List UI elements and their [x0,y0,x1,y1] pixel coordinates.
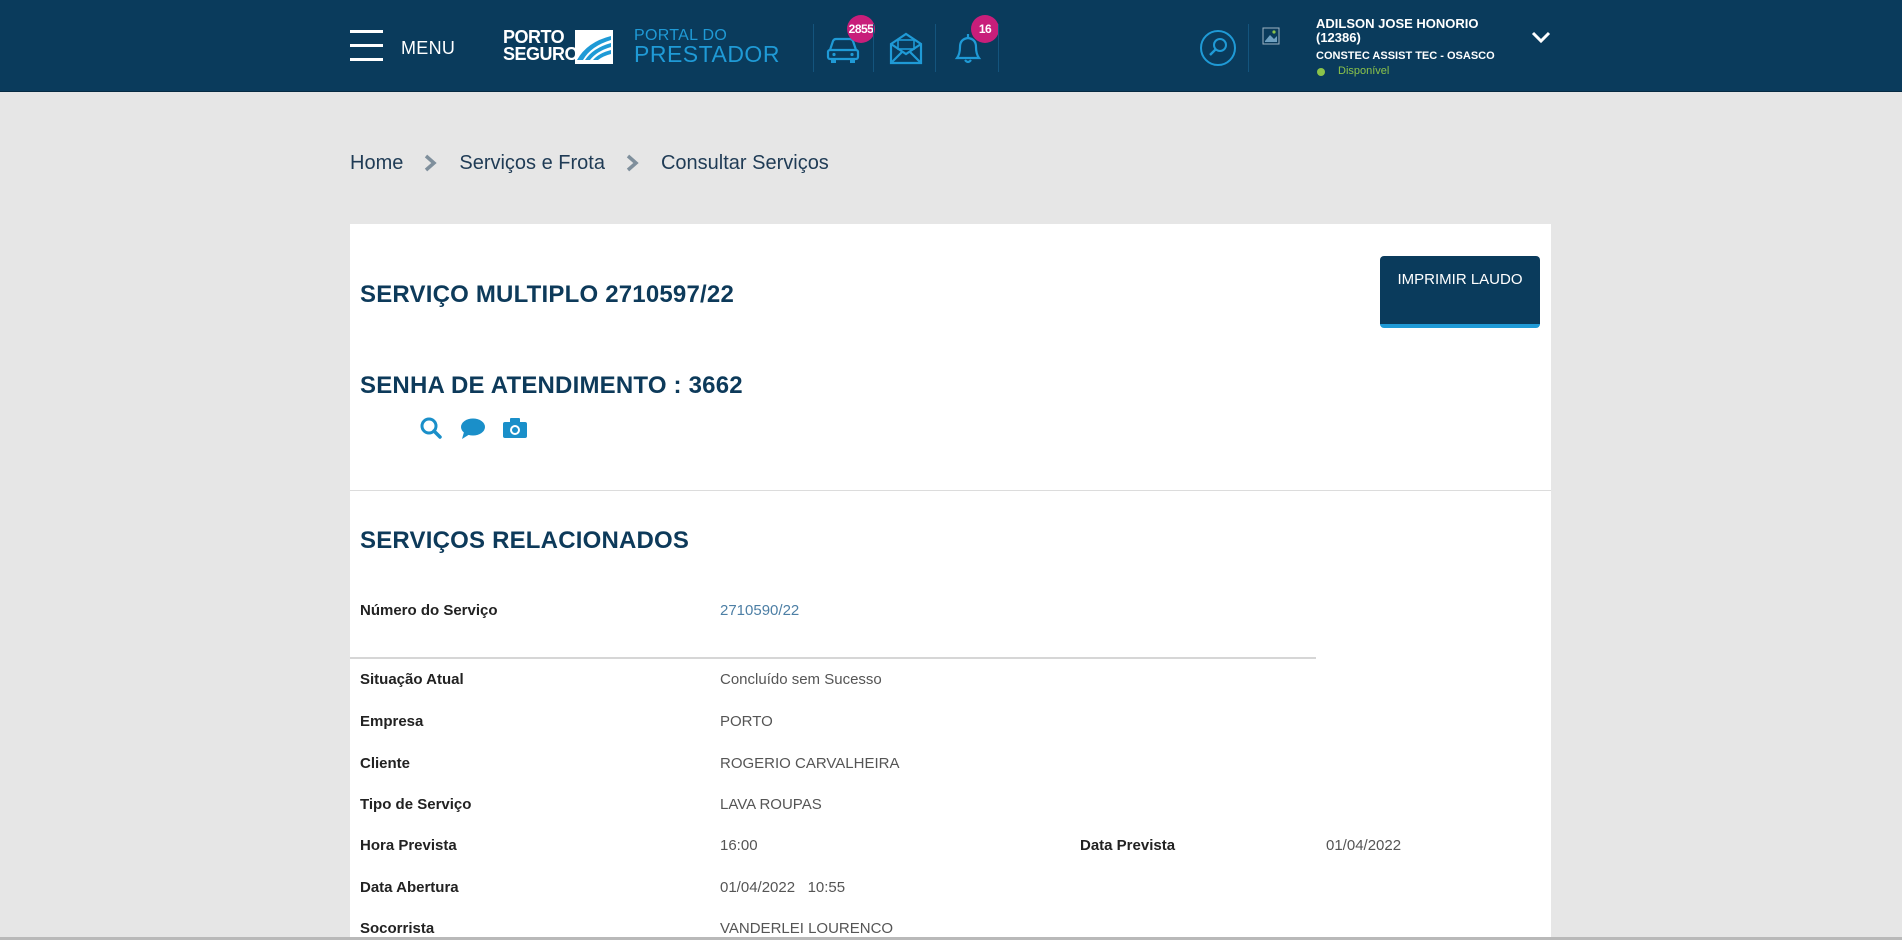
camera-icon[interactable] [502,416,528,440]
breadcrumb: Home Serviços e Frota Consultar Serviços [350,150,829,176]
porto-seguro-logo-icon [575,30,613,64]
car-notifications-badge: 2855 [847,15,875,43]
breadcrumb-home[interactable]: Home [350,152,403,175]
header-divider [935,24,936,72]
company-value: PORTO [720,713,773,730]
menu-label[interactable]: MENU [401,38,455,59]
search-icon[interactable] [1200,30,1236,66]
search-icon[interactable] [418,416,444,440]
client-value: ROGERIO CARVALHEIRA [720,755,900,772]
expected-time-value: 16:00 [720,837,758,854]
print-report-button[interactable]: IMPRIMIR LAUDO [1380,256,1540,328]
header-divider [1248,24,1249,72]
service-title: SERVIÇO MULTIPLO 2710597/22 [360,281,734,308]
portal-do-prestador-logo: PORTAL DO PRESTADOR [634,28,780,66]
breadcrumb-consultar-servicos[interactable]: Consultar Serviços [661,152,829,175]
opening-date-value: 01/04/2022 10:55 [720,879,846,896]
expected-date-value: 01/04/2022 [1326,837,1402,854]
rescuer-label: Socorrista [360,920,435,937]
logo-line-2: SEGURO [503,44,579,64]
rescuer-value: VANDERLEI LOURENCO [720,920,894,937]
header-divider [873,24,874,72]
user-company: CONSTEC ASSIST TEC - OSASCO [1316,50,1495,62]
service-number-link[interactable]: 2710590/22 [720,602,799,619]
hamburger-menu-icon[interactable] [350,30,383,63]
top-navigation-bar: MENU PORTO SEGURO PORTAL DO PRESTADOR 28… [0,0,1902,92]
service-type-label: Tipo de Serviço [360,796,472,813]
portal-line-2: PRESTADOR [634,41,780,67]
breadcrumb-servicos-frota[interactable]: Serviços e Frota [459,152,605,175]
chevron-right-icon [425,154,438,172]
porto-seguro-logo-text[interactable]: PORTO SEGURO [503,28,579,64]
service-number-label: Número do Serviço [360,602,498,619]
service-type-value: LAVA ROUPAS [720,796,822,813]
chevron-right-icon [626,154,639,172]
chevron-down-icon[interactable] [1530,28,1552,46]
service-password-title: SENHA DE ATENDIMENTO : 3662 [360,372,743,399]
client-label: Cliente [360,755,411,772]
service-detail-card: SERVIÇO MULTIPLO 2710597/22 IMPRIMIR LAU… [350,224,1551,940]
row-divider [350,657,1316,659]
user-status: Disponível [1338,65,1390,77]
current-status-value: Concluído sem Sucesso [720,671,882,688]
status-indicator [1317,68,1325,76]
service-actions [418,414,528,442]
bell-notifications-badge: 16 [971,15,999,43]
avatar[interactable] [1262,27,1282,47]
current-status-label: Situação Atual [360,671,464,688]
user-name[interactable]: ADILSON JOSE HONORIO (12386) [1316,17,1506,45]
related-services-title: SERVIÇOS RELACIONADOS [360,527,690,554]
expected-time-label: Hora Prevista [360,837,457,854]
header-divider [813,24,814,72]
company-label: Empresa [360,713,424,730]
mail-icon[interactable] [886,28,926,68]
header-divider [998,24,999,72]
expected-date-label: Data Prevista [1080,837,1176,854]
comment-icon[interactable] [460,416,486,440]
opening-date-label: Data Abertura [360,879,459,896]
section-divider [350,490,1551,491]
